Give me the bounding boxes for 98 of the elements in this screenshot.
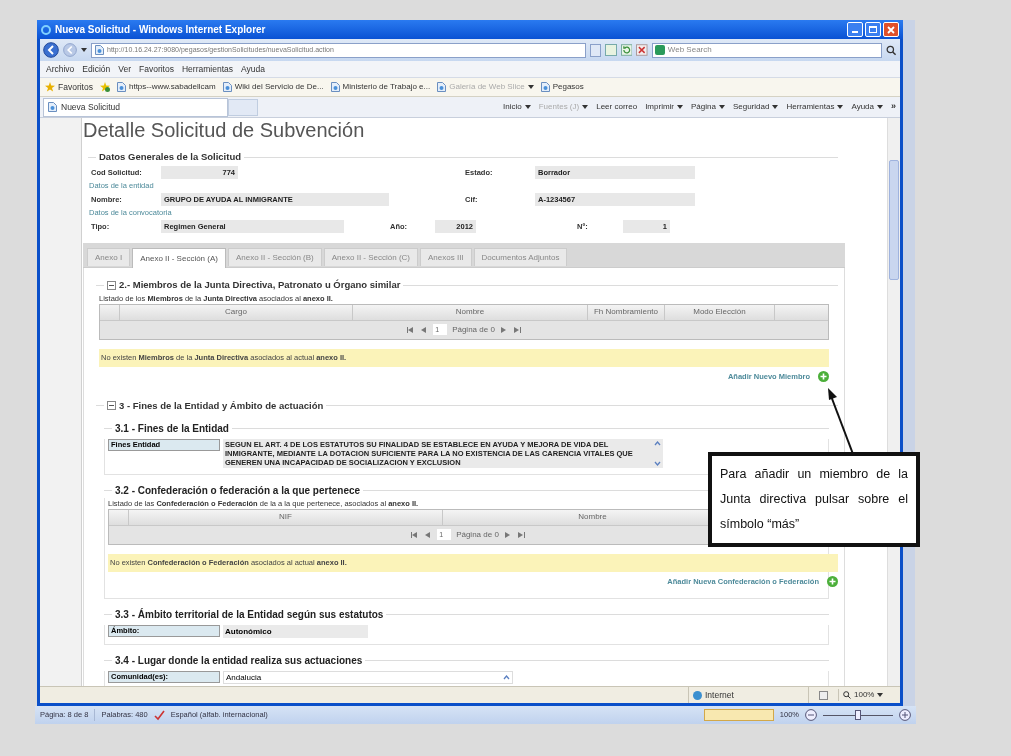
search-icon[interactable]	[886, 44, 897, 56]
menu-item[interactable]: Archivo	[46, 62, 75, 76]
minimize-button[interactable]	[847, 22, 863, 37]
pager-label: Página de 0	[452, 323, 495, 336]
refresh-icon[interactable]	[620, 44, 633, 56]
first-page-icon[interactable]	[411, 531, 420, 538]
dropdown-caret-icon	[582, 105, 589, 109]
add-icon[interactable]	[818, 371, 829, 382]
zoom-slider[interactable]	[823, 709, 893, 721]
dropdown-caret-icon	[81, 48, 87, 52]
globe-icon	[693, 690, 702, 700]
column-header[interactable]: Cargo	[120, 304, 353, 320]
subsection-title: 3.1 - Fines de la Entidad	[115, 421, 229, 436]
search-field[interactable]: Web Search	[651, 42, 883, 58]
favorite-link[interactable]: Pegasos	[552, 81, 584, 93]
favorites-button[interactable]: Favoritos	[58, 80, 93, 94]
collapse-icon[interactable]	[107, 280, 116, 290]
page-icon	[540, 82, 550, 92]
menu-item[interactable]: Favoritos	[139, 62, 174, 76]
page-title: Detalle Solicitud de Subvención	[83, 120, 366, 140]
list-box[interactable]: Andalucia	[223, 670, 513, 684]
dropdown-caret-icon	[772, 105, 779, 109]
dropdown-caret-icon	[527, 85, 534, 89]
zoom-in-button[interactable]	[899, 709, 911, 721]
previous-page-icon[interactable]	[424, 531, 433, 538]
command-button[interactable]: Leer correo	[596, 101, 638, 113]
column-header[interactable]: Nombre	[353, 304, 588, 320]
page-icon	[116, 82, 126, 92]
window-title: Nueva Solicitud - Windows Internet Explorer	[55, 23, 266, 37]
dropdown-button[interactable]	[589, 43, 602, 57]
dropdown-caret-icon	[718, 105, 725, 109]
previous-page-icon[interactable]	[420, 326, 429, 333]
favorite-link[interactable]: Ministerio de Trabajo e...	[342, 81, 431, 93]
search-placeholder: Web Search	[667, 44, 712, 56]
compatibility-icon[interactable]	[605, 44, 617, 56]
close-icon	[887, 25, 895, 34]
zoom-out-button[interactable]	[805, 709, 817, 721]
page-icon	[48, 102, 57, 112]
dropdown-caret-icon	[877, 105, 883, 109]
add-icon[interactable]	[827, 576, 838, 588]
back-button[interactable]	[43, 42, 59, 58]
command-button[interactable]: Página	[691, 101, 725, 113]
magnifier-icon	[843, 691, 851, 699]
next-page-icon[interactable]	[503, 531, 512, 538]
command-button[interactable]: Ayuda	[851, 101, 883, 113]
command-button[interactable]: Inicio	[503, 101, 531, 113]
column-header[interactable]: Fh Nombramiento	[588, 304, 665, 320]
collapse-icon[interactable]	[107, 401, 116, 411]
more-commands-button[interactable]: »	[891, 100, 896, 114]
close-button[interactable]	[883, 22, 899, 37]
favorite-link[interactable]: https--www.sabadellcam	[128, 81, 216, 93]
dropdown-caret-icon	[677, 105, 683, 109]
command-button[interactable]: Imprimir	[645, 101, 683, 113]
tab[interactable]: Anexo II - Sección (A)	[132, 248, 226, 269]
dropdown-caret-icon	[837, 105, 844, 109]
first-page-icon[interactable]	[407, 326, 416, 333]
page-icon	[95, 45, 104, 55]
zoom-button[interactable]: 100%	[838, 689, 900, 701]
last-page-icon[interactable]	[512, 326, 521, 333]
list-item[interactable]: Andalucia	[226, 671, 262, 683]
section-title: 2.- Miembros de la Junta Directiva, Patronato u Órgano similar	[119, 278, 401, 293]
search-provider-icon	[654, 45, 665, 55]
page-icon	[437, 82, 447, 92]
scrollbar-thumb[interactable]	[889, 160, 899, 280]
column-header[interactable]: Modo Elección	[665, 304, 775, 320]
menu-item[interactable]: Herramientas	[181, 62, 233, 76]
protected-mode-icon[interactable]	[819, 690, 828, 700]
maximize-button[interactable]	[865, 22, 881, 37]
command-button[interactable]: Herramientas	[786, 101, 844, 113]
stop-icon[interactable]	[636, 44, 648, 56]
security-zone: Internet	[705, 688, 734, 702]
page-icon	[330, 82, 340, 92]
spelling-check-icon[interactable]	[153, 709, 165, 721]
star-icon	[45, 82, 55, 92]
zoom-slider-thumb[interactable]	[855, 710, 861, 720]
browser-tab[interactable]: Nueva Solicitud	[43, 97, 228, 117]
subsection-title: 3.4 - Lugar donde la entidad realiza sus actuaciones	[115, 653, 363, 668]
menu-item[interactable]: Edición	[82, 62, 111, 76]
section-title: 3 - Fines de la Entidad y Ámbito de actuación	[119, 398, 324, 413]
field-value: Autonómico	[223, 624, 368, 638]
add-favorite-icon[interactable]	[99, 82, 110, 92]
favorite-link[interactable]: Wiki del Servicio de De...	[234, 81, 324, 93]
next-page-icon[interactable]	[499, 326, 508, 333]
menu-item[interactable]: Ver	[118, 62, 131, 76]
last-page-icon[interactable]	[516, 531, 525, 538]
column-header[interactable]: NIF	[129, 509, 443, 525]
panel-title: Datos Generales de la Solicitud	[99, 150, 242, 164]
page-icon	[222, 82, 232, 92]
forward-button[interactable]	[63, 43, 77, 57]
menu-item[interactable]: Ayuda	[241, 62, 265, 76]
dropdown-caret-icon	[524, 105, 531, 109]
browser-logo-icon	[41, 24, 51, 35]
command-button[interactable]: Seguridad	[732, 101, 779, 113]
view-buttons-icon[interactable]	[703, 709, 774, 721]
subsection-title: 3.2 - Confederación o federación a la que pertenece	[115, 483, 361, 498]
subsection-title: 3.3 - Ámbito territorial de la Entidad según sus estatutos	[115, 607, 384, 622]
pager-label: Página de 0	[456, 528, 499, 541]
dropdown-caret-icon	[877, 693, 884, 697]
